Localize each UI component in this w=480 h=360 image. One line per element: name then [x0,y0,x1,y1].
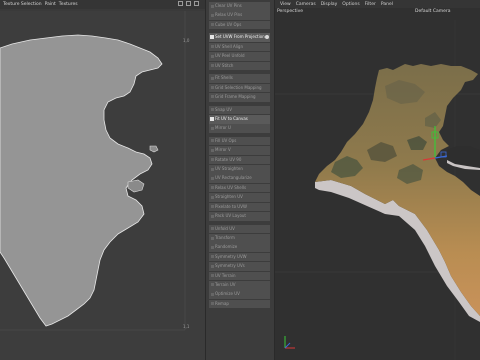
command-button[interactable]: Fit UV to Canvas [209,114,270,124]
command-button[interactable]: Rotate UV 90 [209,155,270,165]
uv-toolbar-icons [178,1,199,6]
command-button[interactable]: Snap UV [209,105,270,115]
command-button[interactable]: Optimize UV [209,290,270,299]
command-button[interactable]: UV Straighten [209,165,270,174]
uv-menubar: Texture Selection Paint Textures [0,0,205,9]
command-button[interactable]: Grid Frame Mapping [209,92,270,102]
command-button[interactable]: UV Rectangularize [209,174,270,184]
command-button[interactable]: Pack UV Layout [209,212,270,221]
command-button[interactable]: Straighten UV [209,193,270,202]
uv-corner-label-top: 1,0 [183,38,190,43]
menu-paint[interactable]: Paint [45,2,56,7]
command-button[interactable]: Relax UV Pins [209,11,270,20]
command-button[interactable]: Mirror V [209,146,270,155]
grid-icon[interactable] [186,1,191,6]
menu-textures[interactable]: Textures [59,2,78,7]
command-button[interactable]: Grid Selection Mapping [209,83,270,93]
menu-texture-selection[interactable]: Texture Selection [3,2,42,7]
command-button[interactable]: UV Terrain [209,271,270,281]
command-button[interactable]: Symmetry UVW [209,252,270,262]
command-button[interactable]: UV Peel Unfold [209,52,270,61]
command-button[interactable]: Mirror U [209,124,270,133]
terrain-scene [275,20,480,360]
uv-canvas[interactable]: 1,0 1,1 [0,11,205,360]
command-button[interactable]: Fill UV Ops [209,136,270,146]
command-button[interactable]: UV Shell Align [209,42,270,52]
command-button[interactable]: Clear UV Pins [209,2,270,11]
command-list: Clear UV Pins Relax UV Pins Cube UV Ops Set… [206,2,274,309]
command-button[interactable]: Pixelate to UVW [209,202,270,212]
command-button[interactable]: Relax UV Shells [209,183,270,193]
lock-icon[interactable] [178,1,183,6]
command-button[interactable]: Fit Shells [209,74,270,83]
uv-corner-label-bottom: 1,1 [183,324,190,329]
command-button[interactable]: Unfold UV [209,224,270,234]
command-button[interactable]: Symmetry UVs [209,262,270,271]
view-axis-icon [284,336,295,349]
uv-commands-panel: Clear UV Pins Relax UV Pins Cube UV Ops Set… [205,0,275,360]
command-button[interactable]: Transform [209,234,270,243]
perspective-viewport[interactable]: View Cameras Display Options Filter Pane… [275,0,480,360]
command-button[interactable]: Terrain UV [209,280,270,290]
uv-editor-panel: Texture Selection Paint Textures 1,0 1,1 [0,0,205,360]
command-button[interactable]: Randomize [209,243,270,252]
command-button[interactable]: Cube UV Ops [209,20,270,30]
uv-shell-tunisia [0,11,186,331]
command-button[interactable]: Remap [209,299,270,309]
options-dot-icon[interactable] [265,35,269,40]
maximize-icon[interactable] [194,1,199,6]
command-button[interactable]: Set UVW From Projection [209,33,270,42]
command-button[interactable]: UV Stitch [209,61,270,71]
